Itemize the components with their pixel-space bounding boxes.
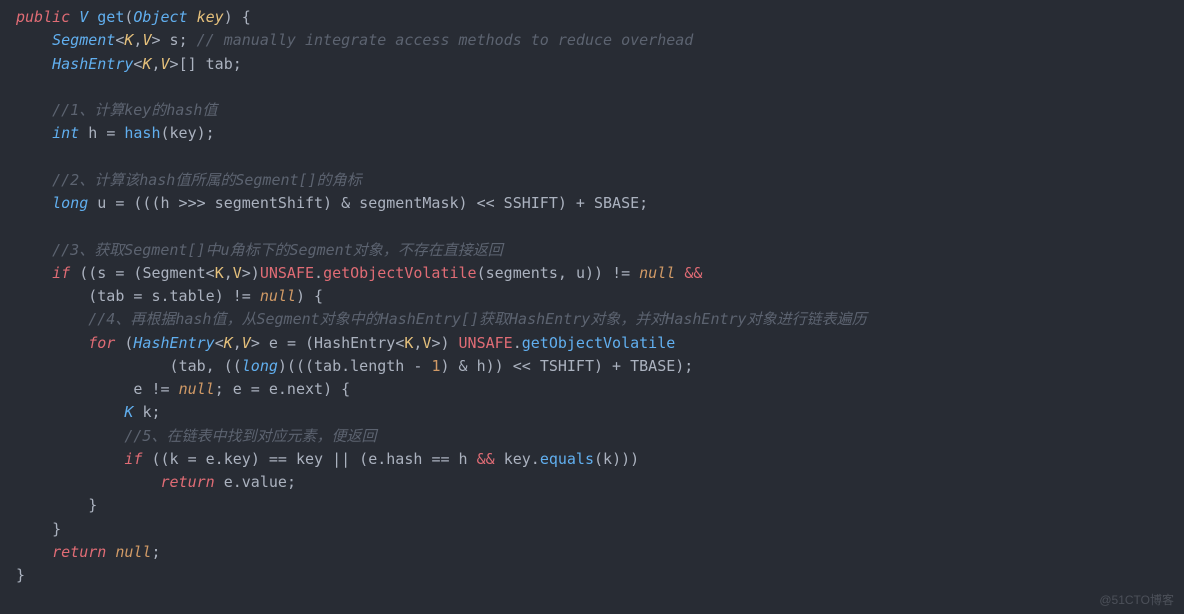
comment: // manually integrate access methods to …	[197, 31, 694, 49]
e-value: e.value	[224, 473, 287, 491]
tp-v: V	[242, 334, 251, 352]
expr: (((h >>> segmentShift) & segmentMask) <<…	[133, 194, 648, 212]
fn-gov: getObjectVolatile	[522, 334, 676, 352]
keyword-return: return	[161, 473, 215, 491]
field-table: table	[170, 287, 215, 305]
tp-k: K	[224, 334, 233, 352]
arg-key: key	[170, 124, 197, 142]
var-k: k	[170, 450, 179, 468]
null: null	[639, 264, 675, 282]
type-long: long	[52, 194, 88, 212]
arg-u: u	[576, 264, 585, 282]
keyword-if: if	[52, 264, 70, 282]
tp-v: V	[161, 55, 170, 73]
arg-segments: segments	[486, 264, 558, 282]
type-k: K	[124, 403, 133, 421]
var-s: s	[151, 287, 160, 305]
var-tab: tab	[206, 55, 233, 73]
param-key: key	[197, 8, 224, 26]
e-key: e.key	[206, 450, 251, 468]
fn-equals: equals	[540, 450, 594, 468]
var-s: s	[170, 31, 179, 49]
var-h: h	[88, 124, 97, 142]
e-hash: e.hash	[368, 450, 422, 468]
method-get: get	[97, 8, 124, 26]
tshift: TSHIFT	[540, 357, 594, 375]
type-int: int	[52, 124, 79, 142]
tbase: TBASE	[630, 357, 675, 375]
cast-long: long	[242, 357, 278, 375]
tab-length: tab.length	[314, 357, 404, 375]
type-hashentry: HashEntry	[52, 55, 133, 73]
comment: //2、计算该hash值所属的Segment[]的角标	[52, 171, 362, 189]
keyword-if: if	[124, 450, 142, 468]
var-h: h	[459, 450, 468, 468]
var-e: e	[269, 334, 278, 352]
code-block: public V get(Object key) { Segment<K,V> …	[0, 0, 1184, 593]
watermark: @51CTO博客	[1099, 591, 1174, 610]
ret-type: V	[79, 8, 88, 26]
keyword-for: for	[88, 334, 115, 352]
var-u: u	[97, 194, 106, 212]
var-key: key	[296, 450, 323, 468]
null: null	[115, 543, 151, 561]
var-h: h	[477, 357, 486, 375]
param-type: Object	[133, 8, 187, 26]
comment: //5、在链表中找到对应元素，便返回	[124, 427, 376, 445]
type-segment: Segment	[52, 31, 115, 49]
null: null	[179, 380, 215, 398]
var-e: e	[133, 380, 142, 398]
keyword-public: public	[16, 8, 70, 26]
arg-tab: tab	[179, 357, 206, 375]
comment: //3、获取Segment[]中u角标下的Segment对象，不存在直接返回	[52, 241, 503, 259]
arr-br: []	[179, 55, 197, 73]
null: null	[260, 287, 296, 305]
comment: //1、计算key的hash值	[52, 101, 217, 119]
keyword-return: return	[52, 543, 106, 561]
type-hashentry: HashEntry	[133, 334, 214, 352]
op-and: &&	[684, 264, 702, 282]
e-next: e.next	[269, 380, 323, 398]
arg-k: k	[603, 450, 612, 468]
var-tab: tab	[97, 287, 124, 305]
op-and: &&	[477, 450, 495, 468]
comment: //4、再根据hash值，从Segment对象中的HashEntry[]获取Ha…	[88, 310, 866, 328]
fn-hash: hash	[124, 124, 160, 142]
